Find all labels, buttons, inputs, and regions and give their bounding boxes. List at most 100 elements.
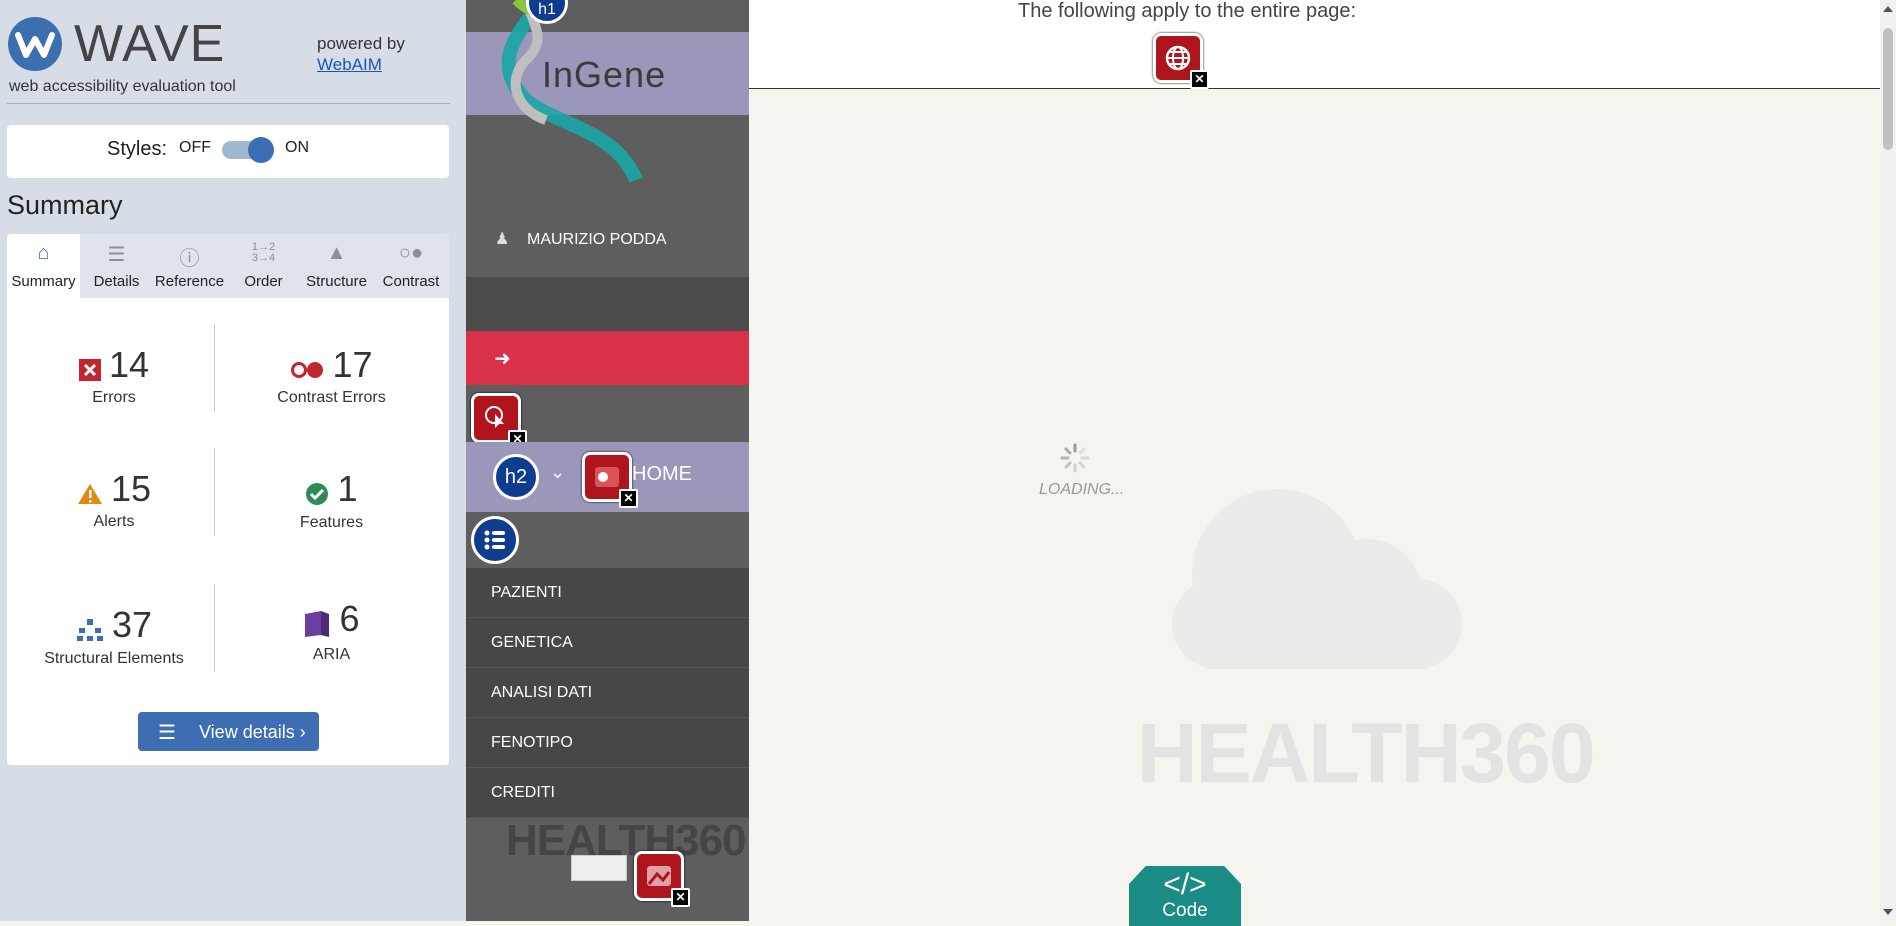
tab-label: Reference: [154, 273, 225, 290]
structural-label: Structural Elements: [44, 650, 184, 668]
contrast-error-icon: [290, 361, 324, 384]
view-details-label: View details ›: [199, 722, 306, 742]
nav-spacer: [466, 277, 749, 331]
styles-label: Styles:: [107, 138, 168, 160]
tab-label: Contrast: [382, 273, 440, 290]
divider: [214, 324, 215, 412]
styles-on-label: ON: [285, 139, 309, 156]
divider: [7, 103, 450, 104]
feature-icon: [305, 482, 329, 511]
styles-off-label: OFF: [179, 139, 211, 156]
aria-label: ARIA: [312, 646, 351, 664]
wave-logo-icon: [8, 17, 62, 71]
tab-order[interactable]: 1→2 3→4 Order: [227, 234, 300, 298]
tab-bar: ⌂ Summary ☰ Details ⓘ Reference 1→2 3→4 Order…: [7, 234, 449, 298]
list-icon: ☰: [107, 244, 126, 266]
wave-brand: WAVE: [74, 15, 226, 73]
order-icon: 1→2 3→4: [251, 241, 276, 264]
aria-stat[interactable]: 6 ARIA: [214, 598, 449, 664]
tab-reference[interactable]: ⓘ Reference: [153, 234, 226, 298]
alerts-count: 15: [110, 468, 152, 509]
user-name: MAURIZIO PODDA: [527, 231, 667, 248]
code-label: Code: [1162, 900, 1208, 921]
page-notice: The following apply to the entire page: …: [749, 0, 1880, 89]
interactive-error-icon[interactable]: ✕: [471, 393, 527, 449]
code-button[interactable]: </> Code: [1129, 866, 1241, 926]
errors-count: 14: [108, 344, 150, 385]
tab-details[interactable]: ☰ Details: [80, 234, 153, 298]
webaim-link[interactable]: WebAIM: [317, 55, 382, 74]
wave-tagline: web accessibility evaluation tool: [9, 78, 236, 95]
menu-item-fenotipo[interactable]: FENOTIPO: [466, 718, 749, 768]
errors-label: Errors: [92, 389, 136, 407]
tab-label: Order: [244, 273, 283, 290]
view-details-button[interactable]: ☰ View details ›: [138, 712, 319, 751]
tab-structure[interactable]: ▲ Structure: [300, 234, 373, 298]
features-count: 1: [337, 468, 358, 509]
alert-icon: [77, 483, 103, 510]
pointer-icon: [485, 406, 504, 428]
errors-stat[interactable]: 14 Errors: [14, 344, 214, 407]
menu-item-label: PAZIENTI: [491, 584, 562, 601]
features-label: Features: [299, 514, 364, 532]
summary-heading: Summary: [7, 190, 123, 220]
image-error-icon[interactable]: ✕: [582, 452, 638, 508]
cloud-icon: [1172, 489, 1462, 669]
summary-panel: ⌂ Summary ☰ Details ⓘ Reference 1→2 3→4 Order…: [7, 234, 449, 765]
close-icon: ✕: [619, 489, 638, 508]
broken-image: [571, 855, 627, 881]
main-content: The following apply to the entire page: …: [749, 0, 1880, 926]
aria-icon: [303, 610, 331, 643]
contrast-stat[interactable]: 17 Contrast Errors: [214, 344, 449, 407]
list-icon: ☰: [158, 722, 176, 744]
menu-item-label: ANALISI DATI: [491, 684, 593, 701]
tab-summary[interactable]: ⌂ Summary: [7, 234, 80, 298]
structural-stat[interactable]: 37 Structural Elements: [14, 604, 214, 668]
tab-contrast[interactable]: ○● Contrast: [373, 234, 449, 298]
logout-button[interactable]: ➜: [466, 331, 749, 385]
menu-item-label: GENETICA: [491, 634, 573, 651]
scroll-thumb[interactable]: [1883, 28, 1893, 150]
structure-icon: [76, 618, 104, 647]
close-icon: ✕: [1190, 70, 1209, 89]
structure-icon: ▲: [326, 242, 347, 264]
alerts-stat[interactable]: 15 Alerts: [14, 468, 214, 531]
menu-item-genetica[interactable]: GENETICA: [466, 618, 749, 668]
ingene-logo: InGene: [542, 54, 667, 95]
scrollbar[interactable]: [1880, 0, 1896, 921]
contrast-count: 17: [332, 344, 373, 385]
close-icon: ✕: [671, 888, 690, 907]
logout-icon: ➜: [494, 348, 511, 370]
h2-badge[interactable]: h2: [493, 454, 539, 500]
divider: [214, 584, 215, 672]
menu-item-pazienti[interactable]: PAZIENTI: [466, 568, 749, 618]
error-icon: [78, 359, 101, 386]
chevron-down-icon[interactable]: ⌄: [550, 462, 565, 483]
tab-label: Summary: [11, 273, 76, 290]
loading-text: LOADING...: [1039, 481, 1125, 498]
image-icon: [595, 467, 619, 487]
alerts-label: Alerts: [93, 513, 135, 531]
globe-icon: [1165, 45, 1191, 71]
styles-toggle[interactable]: [222, 137, 274, 163]
features-stat[interactable]: 1 Features: [214, 468, 449, 532]
menu-item-crediti[interactable]: CREDITI: [466, 768, 749, 818]
app-nav: InGene h1 ♟ MAURIZIO PODDA ➜ ✕ h2 ⌄ ✕ HOM…: [466, 0, 749, 921]
aria-count: 6: [339, 598, 360, 639]
language-error-icon[interactable]: ✕: [1153, 33, 1209, 89]
user-info[interactable]: ♟ MAURIZIO PODDA: [495, 229, 667, 249]
home-link[interactable]: HOME: [632, 463, 692, 486]
info-icon: ⓘ: [179, 248, 200, 270]
list-badge-icon[interactable]: [471, 516, 519, 564]
contrast-label: Contrast Errors: [277, 389, 386, 406]
structural-count: 37: [111, 604, 153, 645]
powered-by: powered by WebAIM: [317, 33, 405, 75]
menu-item-analisi-dati[interactable]: ANALISI DATI: [466, 668, 749, 718]
styles-toggle-box: Styles: OFF ON: [7, 125, 449, 178]
toggle-knob: [248, 137, 274, 163]
user-icon: ♟: [495, 231, 510, 248]
scroll-up-icon[interactable]: [1883, 6, 1893, 12]
powered-by-text: powered by: [317, 34, 405, 53]
scroll-down-icon[interactable]: [1883, 909, 1893, 915]
alt-error-icon[interactable]: ✕: [634, 851, 690, 907]
